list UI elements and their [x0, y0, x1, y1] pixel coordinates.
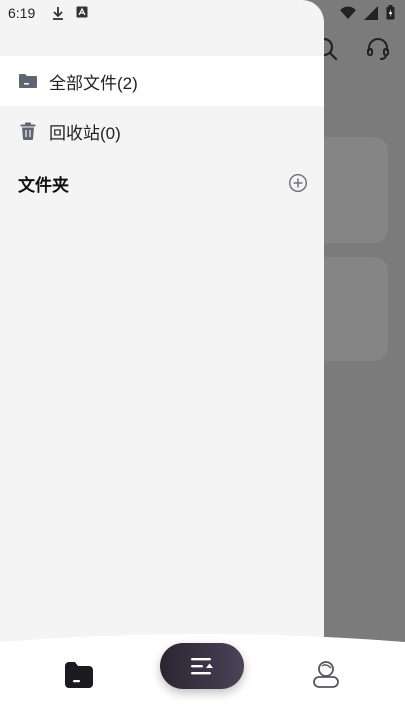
drawer-item-recycle-bin[interactable]: 回收站(0): [0, 106, 324, 156]
battery-icon: [386, 5, 395, 20]
nav-profile-tab[interactable]: [310, 658, 342, 690]
sort-upload-icon: [191, 658, 213, 675]
status-system-icons: [340, 5, 395, 20]
plus-circle-icon: [288, 173, 308, 193]
status-notifications: [52, 6, 88, 20]
drawer-item-label: 全部文件(2): [49, 73, 138, 93]
folder-tab-icon: [65, 662, 93, 688]
trash-icon: [18, 121, 38, 141]
navigation-drawer: 全部文件(2) 回收站(0) 文件夹: [0, 0, 324, 650]
drawer-item-all-files[interactable]: 全部文件(2): [0, 56, 324, 106]
app-notification-icon: [76, 6, 88, 18]
status-time: 6:19: [8, 5, 36, 21]
wifi-icon: [340, 6, 356, 19]
background-toolbar: [313, 36, 391, 62]
status-bar: 6:19: [0, 0, 405, 28]
signal-icon: [364, 5, 378, 20]
nav-center-action-button[interactable]: [160, 643, 244, 689]
bottom-navigation: [0, 643, 405, 721]
headset-icon: [367, 38, 389, 60]
folders-section-header: 文件夹: [0, 160, 324, 206]
download-icon: [53, 7, 63, 20]
folder-icon: [18, 71, 38, 91]
user-icon: [313, 661, 339, 688]
drawer-item-label: 回收站(0): [49, 123, 121, 143]
nav-files-tab[interactable]: [63, 660, 95, 690]
add-folder-button[interactable]: [288, 173, 308, 193]
folders-section-title: 文件夹: [18, 175, 69, 195]
